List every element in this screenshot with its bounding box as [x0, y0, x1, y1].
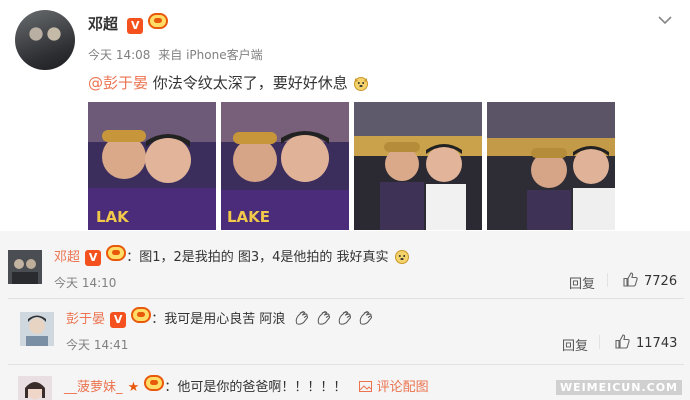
like-button[interactable]: 11743 [615, 334, 677, 351]
reply-button[interactable]: 回复 [562, 335, 588, 354]
post-body-text: 你法令纹太深了，要好好休息 [148, 74, 348, 92]
verified-badge-icon: V [127, 18, 144, 34]
comment-text: ：我可是用心良苦 阿浪 [151, 312, 286, 327]
thumbs-up-icon [615, 334, 630, 349]
post-author-name[interactable]: 邓超 [88, 15, 118, 33]
image-icon[interactable]: 评论配图 [359, 380, 429, 395]
comment-author[interactable]: 彭于晏 [66, 312, 105, 327]
like-count: 11743 [636, 336, 678, 351]
chevron-down-icon[interactable] [658, 10, 672, 29]
svg-text:LAKE: LAKE [227, 208, 270, 226]
svg-text:LAK: LAK [96, 208, 130, 226]
post-source-prefix: 来自 [158, 48, 183, 62]
comment-3-body: __菠萝妹_ ★ ：他可是你的爸爸啊！！！！！ 评论配图 [64, 375, 429, 395]
comment-image-link[interactable]: 评论配图 [377, 380, 429, 395]
comment-time: 今天 14:41 [66, 338, 129, 352]
comment-text: ：图1，2是我拍的 图3，4是他拍的 我好真实 [126, 250, 389, 265]
post-photo-3[interactable] [354, 102, 482, 230]
comment-1-body: 邓超 V ：图1，2是我拍的 图3，4是他拍的 我好真实 [54, 245, 410, 266]
vip-crown-icon [144, 375, 165, 391]
comment-divider [8, 364, 684, 365]
comment-avatar[interactable] [8, 250, 42, 284]
wave-emoji-icon [316, 310, 332, 326]
wave-emoji-icon [337, 310, 353, 326]
post-photo-2[interactable]: LAKE [221, 102, 349, 230]
thumbs-up-icon [623, 272, 638, 287]
action-divider [599, 335, 600, 349]
post-meta: 今天 14:08 来自 iPhone客户端 [88, 46, 263, 63]
post-author-row: 邓超 V [88, 13, 169, 34]
star-icon: ★ [127, 380, 140, 395]
vip-crown-icon [148, 13, 169, 29]
verified-badge-icon: V [110, 312, 127, 328]
post-photo-4[interactable] [487, 102, 615, 230]
comment-author[interactable]: __菠萝妹_ [64, 380, 123, 395]
comment-divider [8, 298, 684, 299]
wave-emoji-icon [358, 310, 374, 326]
like-button[interactable]: 7726 [623, 272, 677, 289]
post-time[interactable]: 今天 14:08 [88, 48, 150, 62]
comment-author[interactable]: 邓超 [54, 250, 80, 265]
wave-emoji-icon [294, 310, 310, 326]
like-count: 7726 [644, 274, 678, 289]
post-photo-1[interactable]: LAK [88, 102, 216, 230]
dog-emoji-icon [353, 75, 369, 91]
reply-button[interactable]: 回复 [569, 273, 595, 292]
comment-avatar[interactable] [18, 376, 52, 400]
dog-emoji-icon [394, 248, 410, 264]
mention-link[interactable]: @彭于晏 [88, 74, 148, 92]
post-source[interactable]: iPhone客户端 [186, 48, 263, 62]
comment-avatar[interactable] [20, 312, 54, 346]
comment-time: 今天 14:10 [54, 276, 117, 290]
comment-text: ：他可是你的爸爸啊！！！！！ [164, 380, 347, 395]
post-author-avatar[interactable] [15, 10, 75, 70]
vip-crown-icon [106, 245, 127, 261]
vip-crown-icon [131, 307, 152, 323]
action-divider [607, 273, 608, 287]
post-body: @彭于晏 你法令纹太深了，要好好休息 [88, 72, 369, 93]
site-watermark: WEIMEICUN.COM [555, 380, 682, 395]
verified-badge-icon: V [85, 250, 102, 266]
comment-2-body: 彭于晏 V ：我可是用心良苦 阿浪 [66, 307, 374, 328]
